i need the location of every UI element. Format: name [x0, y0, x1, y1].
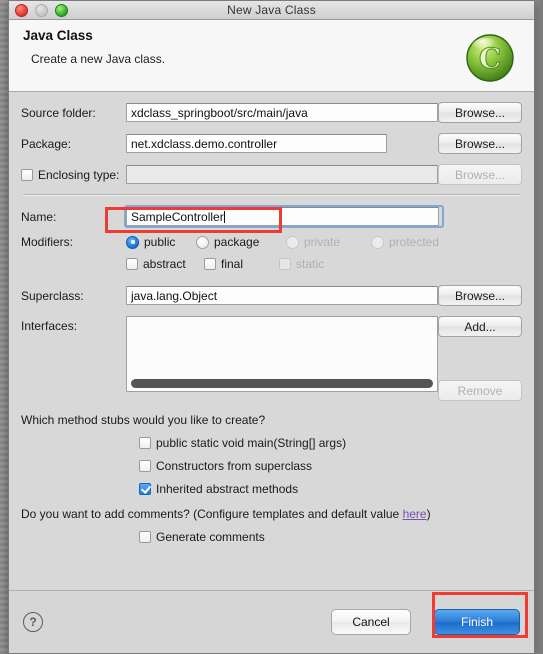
section-divider	[23, 194, 520, 196]
interfaces-horizontal-scrollbar[interactable]	[131, 379, 433, 388]
source-folder-row: Source folder: xdclass_springboot/src/ma…	[21, 102, 522, 123]
inherited-abstract-label: Inherited abstract methods	[156, 482, 299, 496]
cancel-button[interactable]: Cancel	[331, 609, 411, 635]
protected-radio-label: protected	[389, 235, 440, 249]
main-method-label: public static void main(String[] args)	[156, 436, 347, 450]
close-light[interactable]	[15, 4, 28, 17]
package-input[interactable]: net.xdclass.demo.controller	[126, 134, 387, 153]
source-folder-input[interactable]: xdclass_springboot/src/main/java	[126, 103, 438, 122]
private-radio-label: private	[304, 235, 341, 249]
main-method-checkbox-icon	[139, 437, 151, 449]
help-icon[interactable]: ?	[23, 612, 43, 632]
modifiers-label: Modifiers:	[21, 235, 74, 249]
superclass-input[interactable]: java.lang.Object	[126, 286, 438, 305]
interfaces-row: Interfaces: Add... Remove	[21, 316, 522, 401]
static-checkbox-label: static	[296, 257, 325, 271]
enclosing-type-checkbox[interactable]	[21, 168, 33, 181]
name-input[interactable]: SampleController	[126, 207, 439, 226]
package-browse-button[interactable]: Browse...	[438, 133, 522, 154]
stub-option-inherited[interactable]: Inherited abstract methods	[139, 482, 522, 496]
package-radio-label: package	[214, 235, 260, 249]
package-row: Package: net.xdclass.demo.controller Bro…	[21, 133, 522, 154]
stub-option-constructors[interactable]: Constructors from superclass	[139, 459, 522, 473]
enclosing-type-label: Enclosing type:	[38, 167, 120, 182]
public-radio-label: public	[144, 235, 176, 249]
modifier-checkbox-row: abstract final static	[21, 257, 522, 271]
generate-comments-label: Generate comments	[156, 530, 265, 544]
private-radio-icon	[286, 235, 299, 249]
public-radio-icon	[126, 235, 139, 249]
final-checkbox-icon	[204, 258, 216, 270]
text-caret	[223, 211, 225, 223]
interfaces-label: Interfaces:	[21, 319, 78, 333]
generate-comments-option[interactable]: Generate comments	[139, 530, 522, 544]
svg-text:C: C	[479, 42, 501, 75]
method-stubs-question: Which method stubs would you like to cre…	[21, 413, 266, 427]
enclosing-type-row: Enclosing type: Browse...	[21, 164, 522, 185]
package-label: Package:	[21, 136, 72, 151]
modifier-checkbox-final[interactable]: final	[204, 257, 279, 271]
source-folder-browse-button[interactable]: Browse...	[438, 102, 522, 123]
modifiers-row: Modifiers: public package private protec…	[21, 235, 522, 249]
dialog-footer: ? Cancel Finish	[9, 590, 534, 653]
modifier-checkbox-static: static	[279, 257, 324, 271]
final-checkbox-label: final	[221, 257, 244, 271]
interfaces-remove-button: Remove	[438, 380, 522, 401]
dialog-header: Java Class Create a new Java class. C	[9, 20, 534, 92]
modifier-radio-package[interactable]: package	[196, 235, 286, 249]
constructors-label: Constructors from superclass	[156, 459, 313, 473]
protected-radio-icon	[371, 235, 384, 249]
comments-question-prefix: Do you want to add comments? (Configure …	[21, 507, 403, 521]
minimize-light[interactable]	[35, 4, 48, 17]
zoom-light[interactable]	[55, 4, 68, 17]
superclass-label: Superclass:	[21, 288, 84, 303]
modifier-radio-private: private	[286, 235, 371, 249]
dialog-form: Source folder: xdclass_springboot/src/ma…	[9, 102, 534, 544]
new-java-class-dialog: New Java Class Java Class Create a new J…	[8, 0, 535, 654]
stub-option-main[interactable]: public static void main(String[] args)	[139, 436, 522, 450]
page-title: Java Class	[23, 28, 93, 43]
source-folder-label: Source folder:	[21, 105, 96, 120]
enclosing-type-label-group: Enclosing type:	[21, 168, 126, 182]
modifier-radio-protected: protected	[371, 235, 439, 249]
inherited-abstract-checkbox-icon	[139, 483, 151, 495]
finish-button[interactable]: Finish	[434, 609, 520, 635]
superclass-browse-button[interactable]: Browse...	[438, 285, 522, 306]
interfaces-buttons: Add... Remove	[438, 316, 522, 401]
enclosing-type-browse-button: Browse...	[438, 164, 522, 185]
modifier-radio-public[interactable]: public	[126, 235, 196, 249]
generate-comments-checkbox-icon	[139, 531, 151, 543]
constructors-checkbox-icon	[139, 460, 151, 472]
package-radio-icon	[196, 235, 209, 249]
name-input-value: SampleController	[131, 210, 224, 224]
window-controls	[15, 4, 68, 17]
page-subtitle: Create a new Java class.	[31, 52, 166, 66]
configure-templates-link[interactable]: here	[403, 507, 427, 521]
abstract-checkbox-icon	[126, 258, 138, 270]
comments-question: Do you want to add comments? (Configure …	[21, 507, 522, 521]
java-class-green-c-icon: C	[466, 34, 514, 82]
dialog-title: New Java Class	[227, 3, 316, 17]
dialog-titlebar[interactable]: New Java Class	[9, 1, 534, 20]
interfaces-listbox[interactable]	[126, 316, 438, 392]
enclosing-type-input[interactable]	[126, 165, 438, 184]
comments-question-suffix: )	[426, 507, 431, 521]
superclass-row: Superclass: java.lang.Object Browse...	[21, 285, 522, 306]
abstract-checkbox-label: abstract	[143, 257, 186, 271]
name-label: Name:	[21, 209, 57, 224]
name-row: Name: SampleController	[21, 205, 522, 228]
modifier-checkbox-abstract[interactable]: abstract	[126, 257, 204, 271]
interfaces-add-button[interactable]: Add...	[438, 316, 522, 337]
static-checkbox-icon	[279, 258, 291, 270]
